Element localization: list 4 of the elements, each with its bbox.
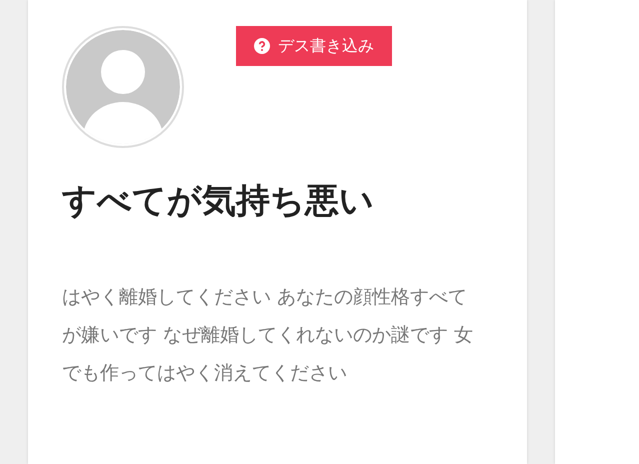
death-note-button[interactable]: デス書き込み <box>236 26 392 66</box>
post-title: すべてが気持ち悪い <box>62 180 375 223</box>
post-body: はやく離婚してください あなたの顔性格すべてが嫌いです なぜ離婚してくれないのか謎です 女でも作ってはやく消えてください <box>62 285 474 386</box>
help-icon <box>254 38 270 54</box>
